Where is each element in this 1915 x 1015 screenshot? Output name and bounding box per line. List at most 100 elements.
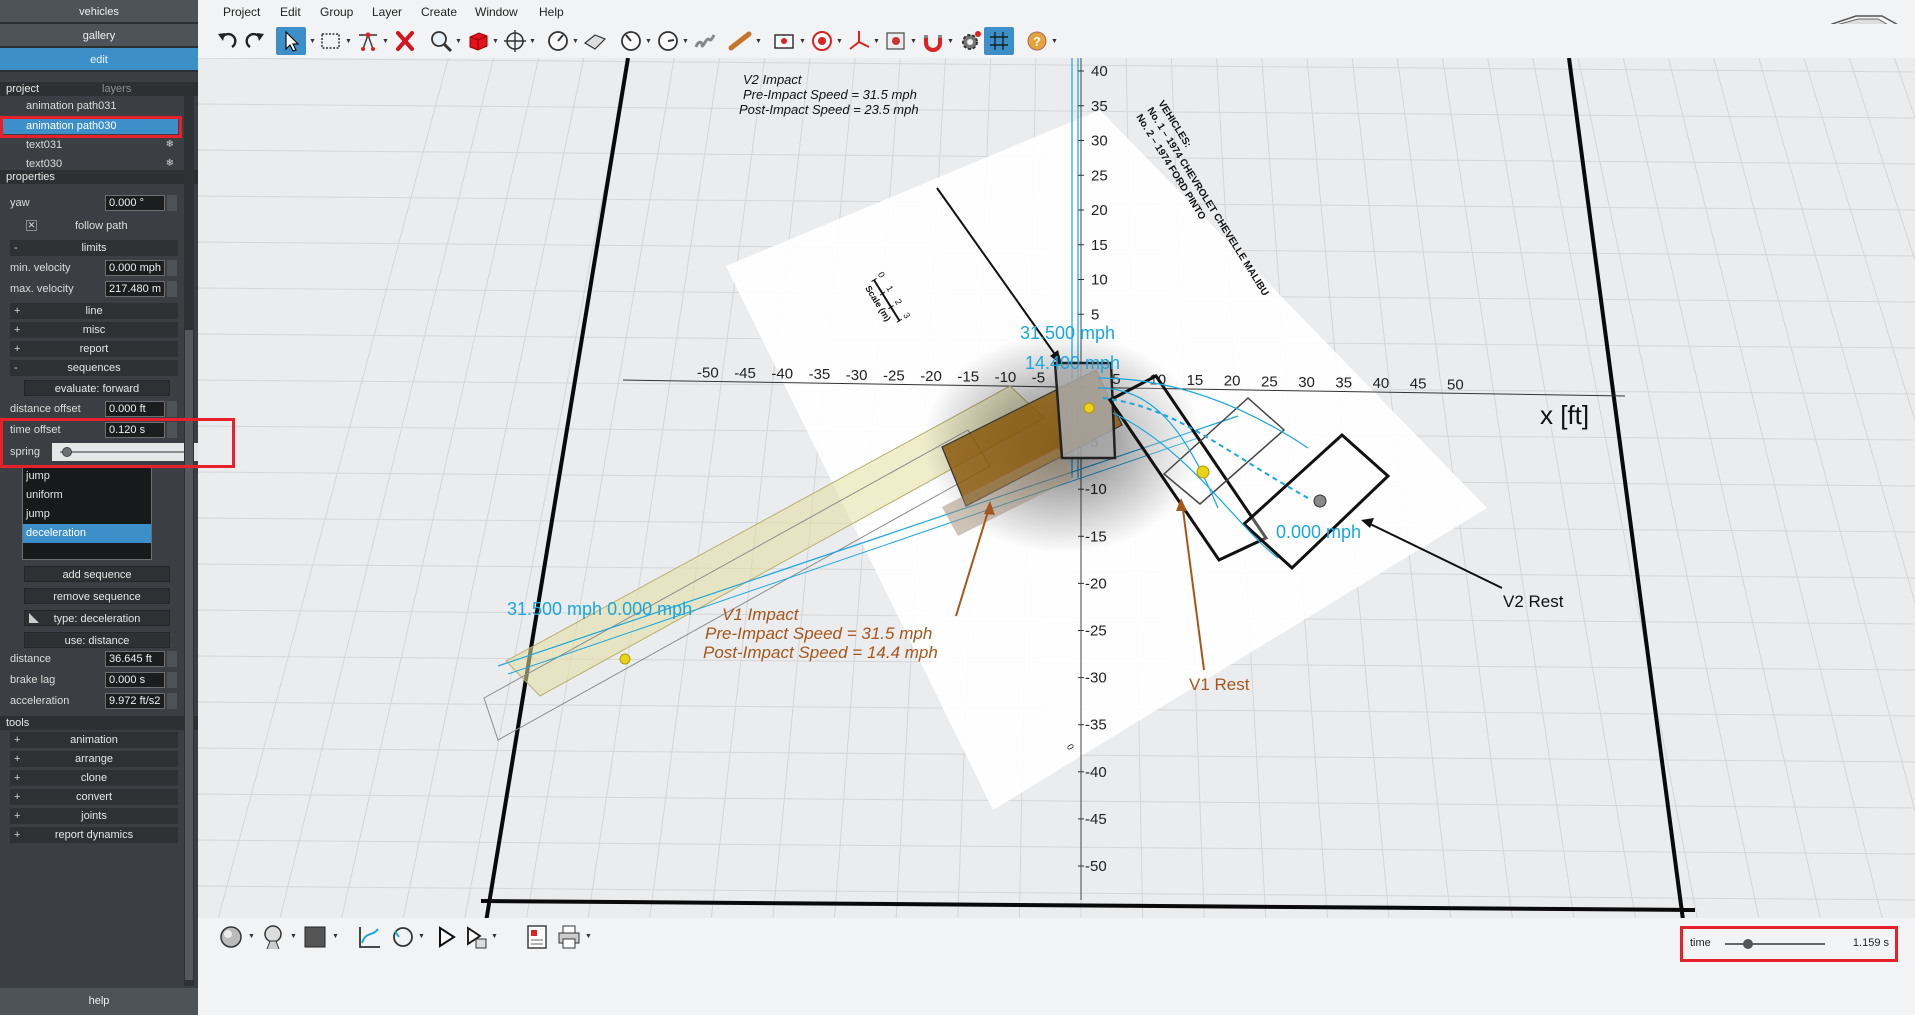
evaluate-button[interactable]: evaluate: forward [24,380,170,396]
chevron-down-icon[interactable]: ▼ [345,38,352,45]
chevron-down-icon[interactable]: ▼ [418,933,425,940]
sequence-item[interactable]: deceleration [23,524,151,543]
chevron-down-icon[interactable]: ▼ [910,38,917,45]
tree-item-text031[interactable]: text031 ❄ [0,137,178,153]
chevron-down-icon[interactable]: ▼ [572,38,579,45]
tool-convert[interactable]: + convert [10,789,178,805]
chevron-down-icon[interactable]: ▼ [290,933,297,940]
graph-icon[interactable] [356,923,384,951]
menu-window[interactable]: Window [475,5,518,19]
scene-canvas[interactable]: -50-45-40-35-30-25-20-15-10-551015202530… [198,58,1915,918]
surface-icon[interactable] [580,27,610,55]
min-velocity-spinner[interactable] [167,260,177,276]
animation-icon[interactable] [389,923,417,951]
grid-icon[interactable] [984,27,1014,55]
target-icon[interactable] [807,27,837,55]
play-icon[interactable] [432,923,460,951]
selection-rect-icon[interactable] [316,27,346,55]
chevron-down-icon[interactable]: ▼ [836,38,843,45]
distance-spinner[interactable] [167,651,177,667]
settings-icon[interactable] [955,27,985,55]
chevron-down-icon[interactable]: ▼ [332,933,339,940]
measure-gauge-icon[interactable] [543,27,573,55]
help-icon[interactable]: ? [1022,27,1052,55]
chevron-down-icon[interactable]: ▼ [873,38,880,45]
yaw-input[interactable]: 0.000 ° [105,195,165,211]
time-offset-input[interactable]: 0.120 s [105,422,165,438]
tool-report-dynamics[interactable]: + report dynamics [10,827,178,843]
layers-tab[interactable]: layers [102,82,131,96]
time-slider-thumb[interactable] [1743,939,1753,949]
axes-icon[interactable] [844,27,874,55]
camera-icon[interactable] [770,27,800,55]
chevron-down-icon[interactable]: ▼ [682,38,689,45]
chevron-down-icon[interactable]: ▼ [529,38,536,45]
head-icon[interactable] [260,923,286,951]
line-section[interactable]: + line [10,303,178,319]
freeze-icon[interactable]: ❄ [166,156,174,168]
freeze-icon[interactable]: ❄ [166,137,174,153]
min-velocity-input[interactable]: 0.000 mph [105,260,165,276]
impact-marker[interactable] [1083,402,1095,414]
chevron-down-icon[interactable]: ▼ [645,38,652,45]
node-edit-icon[interactable] [353,27,383,55]
sequence-list[interactable]: jump uniform jump deceleration [22,466,152,560]
tape-icon[interactable] [726,27,756,55]
chevron-down-icon[interactable]: ▼ [382,38,389,45]
delete-icon[interactable] [390,27,420,55]
chevron-down-icon[interactable]: ▼ [491,933,498,940]
sphere-icon[interactable] [218,924,244,950]
photo-icon[interactable] [881,27,911,55]
gauge-2-icon[interactable] [616,27,646,55]
v2-rest-marker[interactable] [1313,494,1327,508]
3d-viewport[interactable]: -50-45-40-35-30-25-20-15-10-551015202530… [198,58,1915,918]
tool-arrange[interactable]: + arrange [10,751,178,767]
chevron-down-icon[interactable]: ▼ [1051,38,1058,45]
sequence-item[interactable]: jump [23,505,151,524]
add-sequence-button[interactable]: add sequence [24,566,170,582]
play-options-icon[interactable] [462,923,490,951]
tool-clone[interactable]: + clone [10,770,178,786]
time-slider[interactable] [1725,935,1825,953]
tree-item-text030[interactable]: text030 ❄ [0,156,178,168]
tab-gallery[interactable]: gallery [0,24,198,48]
panel-scrollbar-thumb[interactable] [185,330,193,980]
chevron-down-icon[interactable]: ▼ [248,933,255,940]
acceleration-spinner[interactable] [167,693,177,709]
yaw-spinner[interactable] [167,195,177,211]
sequence-item[interactable]: jump [23,467,151,486]
menu-group[interactable]: Group [320,5,353,19]
sequence-item[interactable]: uniform [23,486,151,505]
report-section[interactable]: + report [10,341,178,357]
type-button[interactable]: type: deceleration [24,610,170,626]
spring-slider-thumb[interactable] [62,447,72,457]
distance-input[interactable]: 36.645 ft [105,651,165,667]
remove-sequence-button[interactable]: remove sequence [24,588,170,604]
chevron-down-icon[interactable]: ▼ [455,38,462,45]
redo-icon[interactable] [240,27,270,55]
limits-section[interactable]: - limits [10,240,178,256]
brake-lag-input[interactable]: 0.000 s [105,672,165,688]
menu-create[interactable]: Create [421,5,457,19]
print-icon[interactable] [555,923,583,951]
spring-slider[interactable] [52,443,202,461]
tab-vehicles[interactable]: vehicles [0,0,198,24]
v1-rest-marker[interactable] [1196,465,1210,479]
select-arrow-icon[interactable] [276,27,306,55]
box-3d-icon[interactable] [463,27,493,55]
tool-joints[interactable]: + joints [10,808,178,824]
help-button[interactable]: help [0,988,198,1015]
spring-icon[interactable] [690,27,720,55]
chevron-down-icon[interactable]: ▼ [309,38,316,45]
chevron-down-icon[interactable]: ▼ [492,38,499,45]
gauge-3-icon[interactable] [653,27,683,55]
chevron-down-icon[interactable]: ▼ [947,38,954,45]
report-icon[interactable] [523,923,551,951]
distance-offset-spinner[interactable] [167,401,177,417]
tree-item-path031[interactable]: animation path031 [0,98,178,114]
chevron-down-icon[interactable]: ▼ [799,38,806,45]
project-header[interactable]: project layers [0,82,198,96]
tree-item-path030[interactable]: animation path030 [0,118,178,134]
distance-offset-input[interactable]: 0.000 ft [105,401,165,417]
brake-lag-spinner[interactable] [167,672,177,688]
